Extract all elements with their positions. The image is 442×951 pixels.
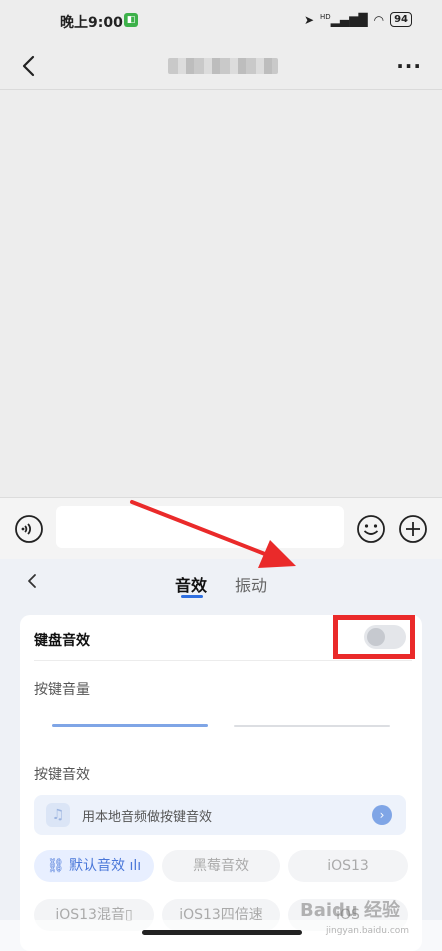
chat-input-bar bbox=[0, 497, 442, 559]
link-icon: ⛓ bbox=[46, 858, 70, 874]
panel-back-icon[interactable] bbox=[24, 573, 40, 589]
location-arrow-icon: ➤ bbox=[303, 12, 315, 27]
local-audio-label: 用本地音频做按键音效 bbox=[82, 810, 213, 825]
active-tab-indicator bbox=[181, 595, 203, 598]
volume-slider-track-right[interactable] bbox=[234, 725, 390, 727]
sound-option-label: iOS13 bbox=[327, 858, 369, 874]
battery-icon: 94 bbox=[390, 12, 412, 27]
signal-icon: HD▂▄▆█ bbox=[320, 12, 368, 27]
watermark-logo: Baidu 经验 bbox=[300, 900, 401, 921]
chevron-right-icon: › bbox=[372, 805, 392, 825]
tab-vibration[interactable]: 振动 bbox=[235, 572, 267, 596]
sound-option-label: 黑莓音效 bbox=[193, 858, 249, 874]
message-app-icon: ◧ bbox=[124, 13, 138, 27]
annotation-highlight-box bbox=[333, 615, 415, 659]
local-audio-option[interactable]: ♫ 用本地音频做按键音效 › bbox=[34, 795, 406, 835]
emoji-icon[interactable] bbox=[356, 514, 386, 544]
status-time: 晚上9:00 bbox=[60, 15, 123, 31]
tab-sound-effect[interactable]: 音效 bbox=[175, 572, 207, 596]
chat-message-area[interactable] bbox=[0, 91, 442, 496]
status-indicators: ➤ HD▂▄▆█ ◠ 94 bbox=[304, 12, 412, 27]
sound-option-ios13[interactable]: iOS13 bbox=[288, 850, 408, 882]
wifi-icon: ◠ bbox=[373, 12, 385, 27]
volume-slider-track-left[interactable] bbox=[52, 724, 208, 727]
nav-bar: ··· bbox=[0, 44, 442, 90]
home-indicator[interactable] bbox=[142, 930, 302, 935]
back-arrow-icon[interactable] bbox=[16, 52, 44, 80]
sound-option-blackberry[interactable]: 黑莓音效 bbox=[162, 850, 280, 882]
sound-wave-icon: ılı bbox=[125, 858, 142, 874]
keyboard-sound-panel: 音效 振动 键盘音效 按键音量 按键音效 ♫ 用本地音频做按键音效 › ⛓ 默认… bbox=[0, 559, 442, 951]
music-note-icon: ♫ bbox=[46, 803, 70, 827]
sound-option-default[interactable]: ⛓ 默认音效 ılı bbox=[34, 850, 154, 882]
voice-input-icon[interactable] bbox=[14, 514, 44, 544]
key-volume-label: 按键音量 bbox=[34, 682, 90, 698]
signal-label: HD bbox=[320, 12, 331, 21]
divider bbox=[34, 660, 412, 661]
key-sound-effect-label: 按键音效 bbox=[34, 767, 90, 783]
chat-title-blurred bbox=[168, 58, 278, 74]
plus-icon[interactable] bbox=[398, 514, 428, 544]
status-bar: 晚上9:00 ◧ ➤ HD▂▄▆█ ◠ 94 bbox=[0, 0, 442, 44]
keyboard-sound-label: 键盘音效 bbox=[34, 633, 90, 649]
message-text-input[interactable] bbox=[56, 506, 344, 548]
sound-option-label: 默认音效 bbox=[69, 858, 126, 874]
watermark-url: jingyan.baidu.com bbox=[326, 926, 410, 936]
more-options-icon[interactable]: ··· bbox=[396, 54, 422, 78]
battery-level: 94 bbox=[394, 14, 408, 25]
